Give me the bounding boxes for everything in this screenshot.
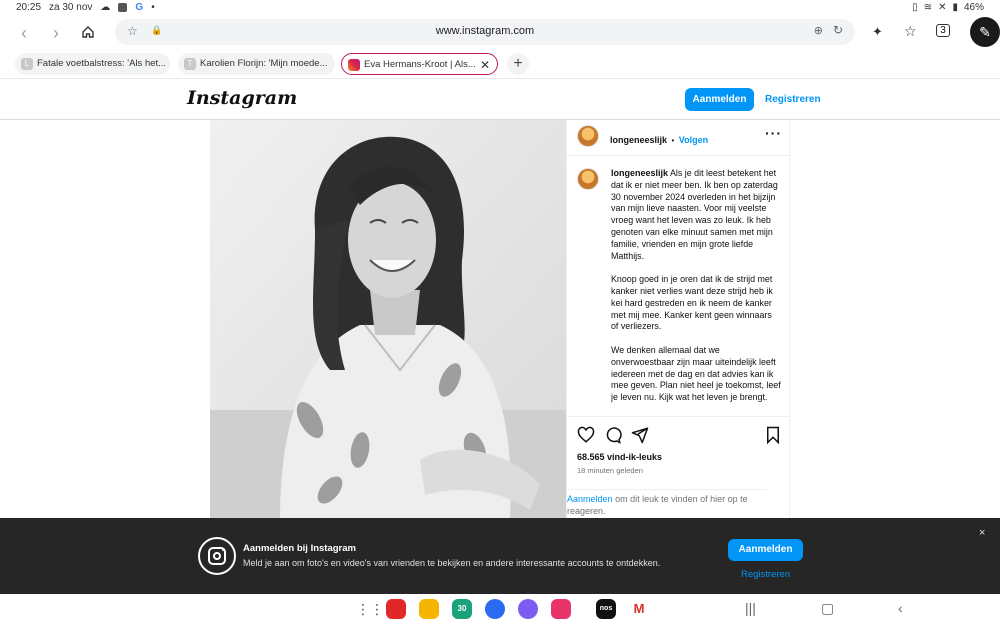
instagram-icon <box>198 537 236 575</box>
tab-karolien-florijn[interactable]: T Karolien Florijn: 'Mijn moede... <box>178 53 335 75</box>
tab-label: Eva Hermans-Kroot | Als... <box>364 59 476 70</box>
share-icon[interactable] <box>631 426 649 444</box>
taskbar: ⋮⋮ 30 nos M ||| ▢ ‹ <box>0 594 1000 626</box>
messages-icon[interactable] <box>485 599 505 619</box>
address-bar[interactable]: ☆ 🔒 www.instagram.com ⊕ ↻ <box>115 19 855 45</box>
login-button[interactable]: Aanmelden <box>685 88 754 111</box>
battery-saver-icon: ▯ <box>912 2 918 13</box>
dot-icon: • <box>151 2 155 13</box>
follow-button[interactable]: Volgen <box>679 135 708 145</box>
author-username[interactable]: longeneeslijk <box>610 135 667 145</box>
pen-icon[interactable]: ✎ <box>970 17 1000 47</box>
notification-icon <box>118 3 128 12</box>
back-nav-icon[interactable]: ‹ <box>898 600 903 616</box>
url-text[interactable]: www.instagram.com <box>115 25 855 37</box>
home-icon[interactable] <box>78 24 98 44</box>
post-time: 18 minuten geleden <box>577 466 643 475</box>
tab-strip: L Fatale voetbalstress: 'Als het... T Ka… <box>0 52 1000 76</box>
forward-icon[interactable]: › <box>46 24 66 44</box>
nos-icon[interactable]: nos <box>596 599 616 619</box>
separator-dot: • <box>671 136 675 145</box>
divider <box>567 416 789 417</box>
home-button-icon[interactable]: ▢ <box>821 600 834 617</box>
battery-level: 46% <box>963 2 984 13</box>
caption-paragraph-2: Knoop goed in je oren dat ik de strijd m… <box>611 274 773 332</box>
post-actions <box>577 426 783 446</box>
cloud-icon: ☁ <box>100 2 111 13</box>
back-icon[interactable]: ‹ <box>14 24 34 44</box>
bookmark-icon[interactable] <box>765 426 781 444</box>
instagram-favicon-icon <box>348 59 360 71</box>
reload-icon[interactable]: ↻ <box>833 23 843 37</box>
status-date: za 30 nov <box>49 2 93 13</box>
avatar[interactable] <box>577 125 599 147</box>
banner-login-button[interactable]: Aanmelden <box>728 539 803 561</box>
flipboard-icon[interactable] <box>386 599 406 619</box>
divider <box>567 155 789 156</box>
extensions-icon[interactable]: ✦ <box>872 24 883 40</box>
post-author-line: longeneeslijk • Volgen <box>610 130 708 148</box>
caption-avatar[interactable] <box>577 168 599 190</box>
register-link[interactable]: Registreren <box>765 94 821 105</box>
files-icon[interactable] <box>419 599 439 619</box>
gmail-icon[interactable]: M <box>629 599 649 619</box>
calendar-icon[interactable]: 30 <box>452 599 472 619</box>
instagram-logo[interactable]: Instagram <box>187 87 297 109</box>
more-options-icon[interactable]: ··· <box>765 126 782 140</box>
post-sidebar: longeneeslijk • Volgen ··· longeneeslijk… <box>566 120 790 520</box>
caption-paragraph-1: Als je dit leest betekent het dat ik er … <box>611 168 778 261</box>
like-heart-icon[interactable] <box>577 426 595 444</box>
caption: longeneeslijk Als je dit leest betekent … <box>611 168 781 416</box>
tab-favicon: T <box>184 58 196 70</box>
google-icon: G <box>135 2 144 13</box>
wifi-icon: ≋ <box>923 2 933 13</box>
post-photo[interactable] <box>210 120 566 520</box>
portrait-image <box>210 120 566 520</box>
download-icon[interactable]: ⊕ <box>814 24 823 37</box>
login-banner: Aanmelden bij Instagram Meld je aan om f… <box>0 518 1000 594</box>
mute-icon: ✕ <box>938 2 947 13</box>
favorites-icon[interactable]: ☆ <box>904 23 917 40</box>
apps-grid-icon[interactable]: ⋮⋮ <box>356 599 384 619</box>
gallery-icon[interactable] <box>551 599 571 619</box>
tab-voetbalstress[interactable]: L Fatale voetbalstress: 'Als het... <box>15 53 170 75</box>
banner-title: Aanmelden bij Instagram <box>243 543 356 554</box>
signin-prompt: Aanmelden om dit leuk te vinden of hier … <box>567 489 767 517</box>
new-tab-button[interactable]: + <box>507 53 529 75</box>
instagram-header: Instagram Aanmelden Registreren <box>0 78 1000 120</box>
recent-apps-icon[interactable]: ||| <box>745 600 756 616</box>
signin-link[interactable]: Aanmelden <box>567 494 613 504</box>
tab-label: Karolien Florijn: 'Mijn moede... <box>200 58 328 69</box>
caption-paragraph-3: We denken allemaal dat we onverwoestbaar… <box>611 344 781 403</box>
comment-icon[interactable] <box>604 426 622 444</box>
like-count[interactable]: 68.565 vind-ik-leuks <box>577 452 662 462</box>
tab-eva-hermans-kroot[interactable]: Eva Hermans-Kroot | Als... ✕ <box>341 53 498 75</box>
banner-register-link[interactable]: Registreren <box>741 569 790 580</box>
close-icon[interactable]: × <box>979 527 985 539</box>
close-tab-icon[interactable]: ✕ <box>480 54 490 74</box>
internet-icon[interactable] <box>518 599 538 619</box>
status-bar: 20:25 za 30 nov ☁ G • ▯ ≋ ✕ ▮ 46% <box>0 0 1000 16</box>
tabs-icon[interactable]: 3 <box>936 24 950 37</box>
banner-text: Meld je aan om foto's en video's van vri… <box>243 558 661 568</box>
tab-label: Fatale voetbalstress: 'Als het... <box>37 58 167 69</box>
status-time: 20:25 <box>16 2 42 13</box>
signal-icon: ▮ <box>952 2 958 13</box>
caption-username[interactable]: longeneeslijk <box>611 168 668 178</box>
tab-favicon: L <box>21 58 33 70</box>
